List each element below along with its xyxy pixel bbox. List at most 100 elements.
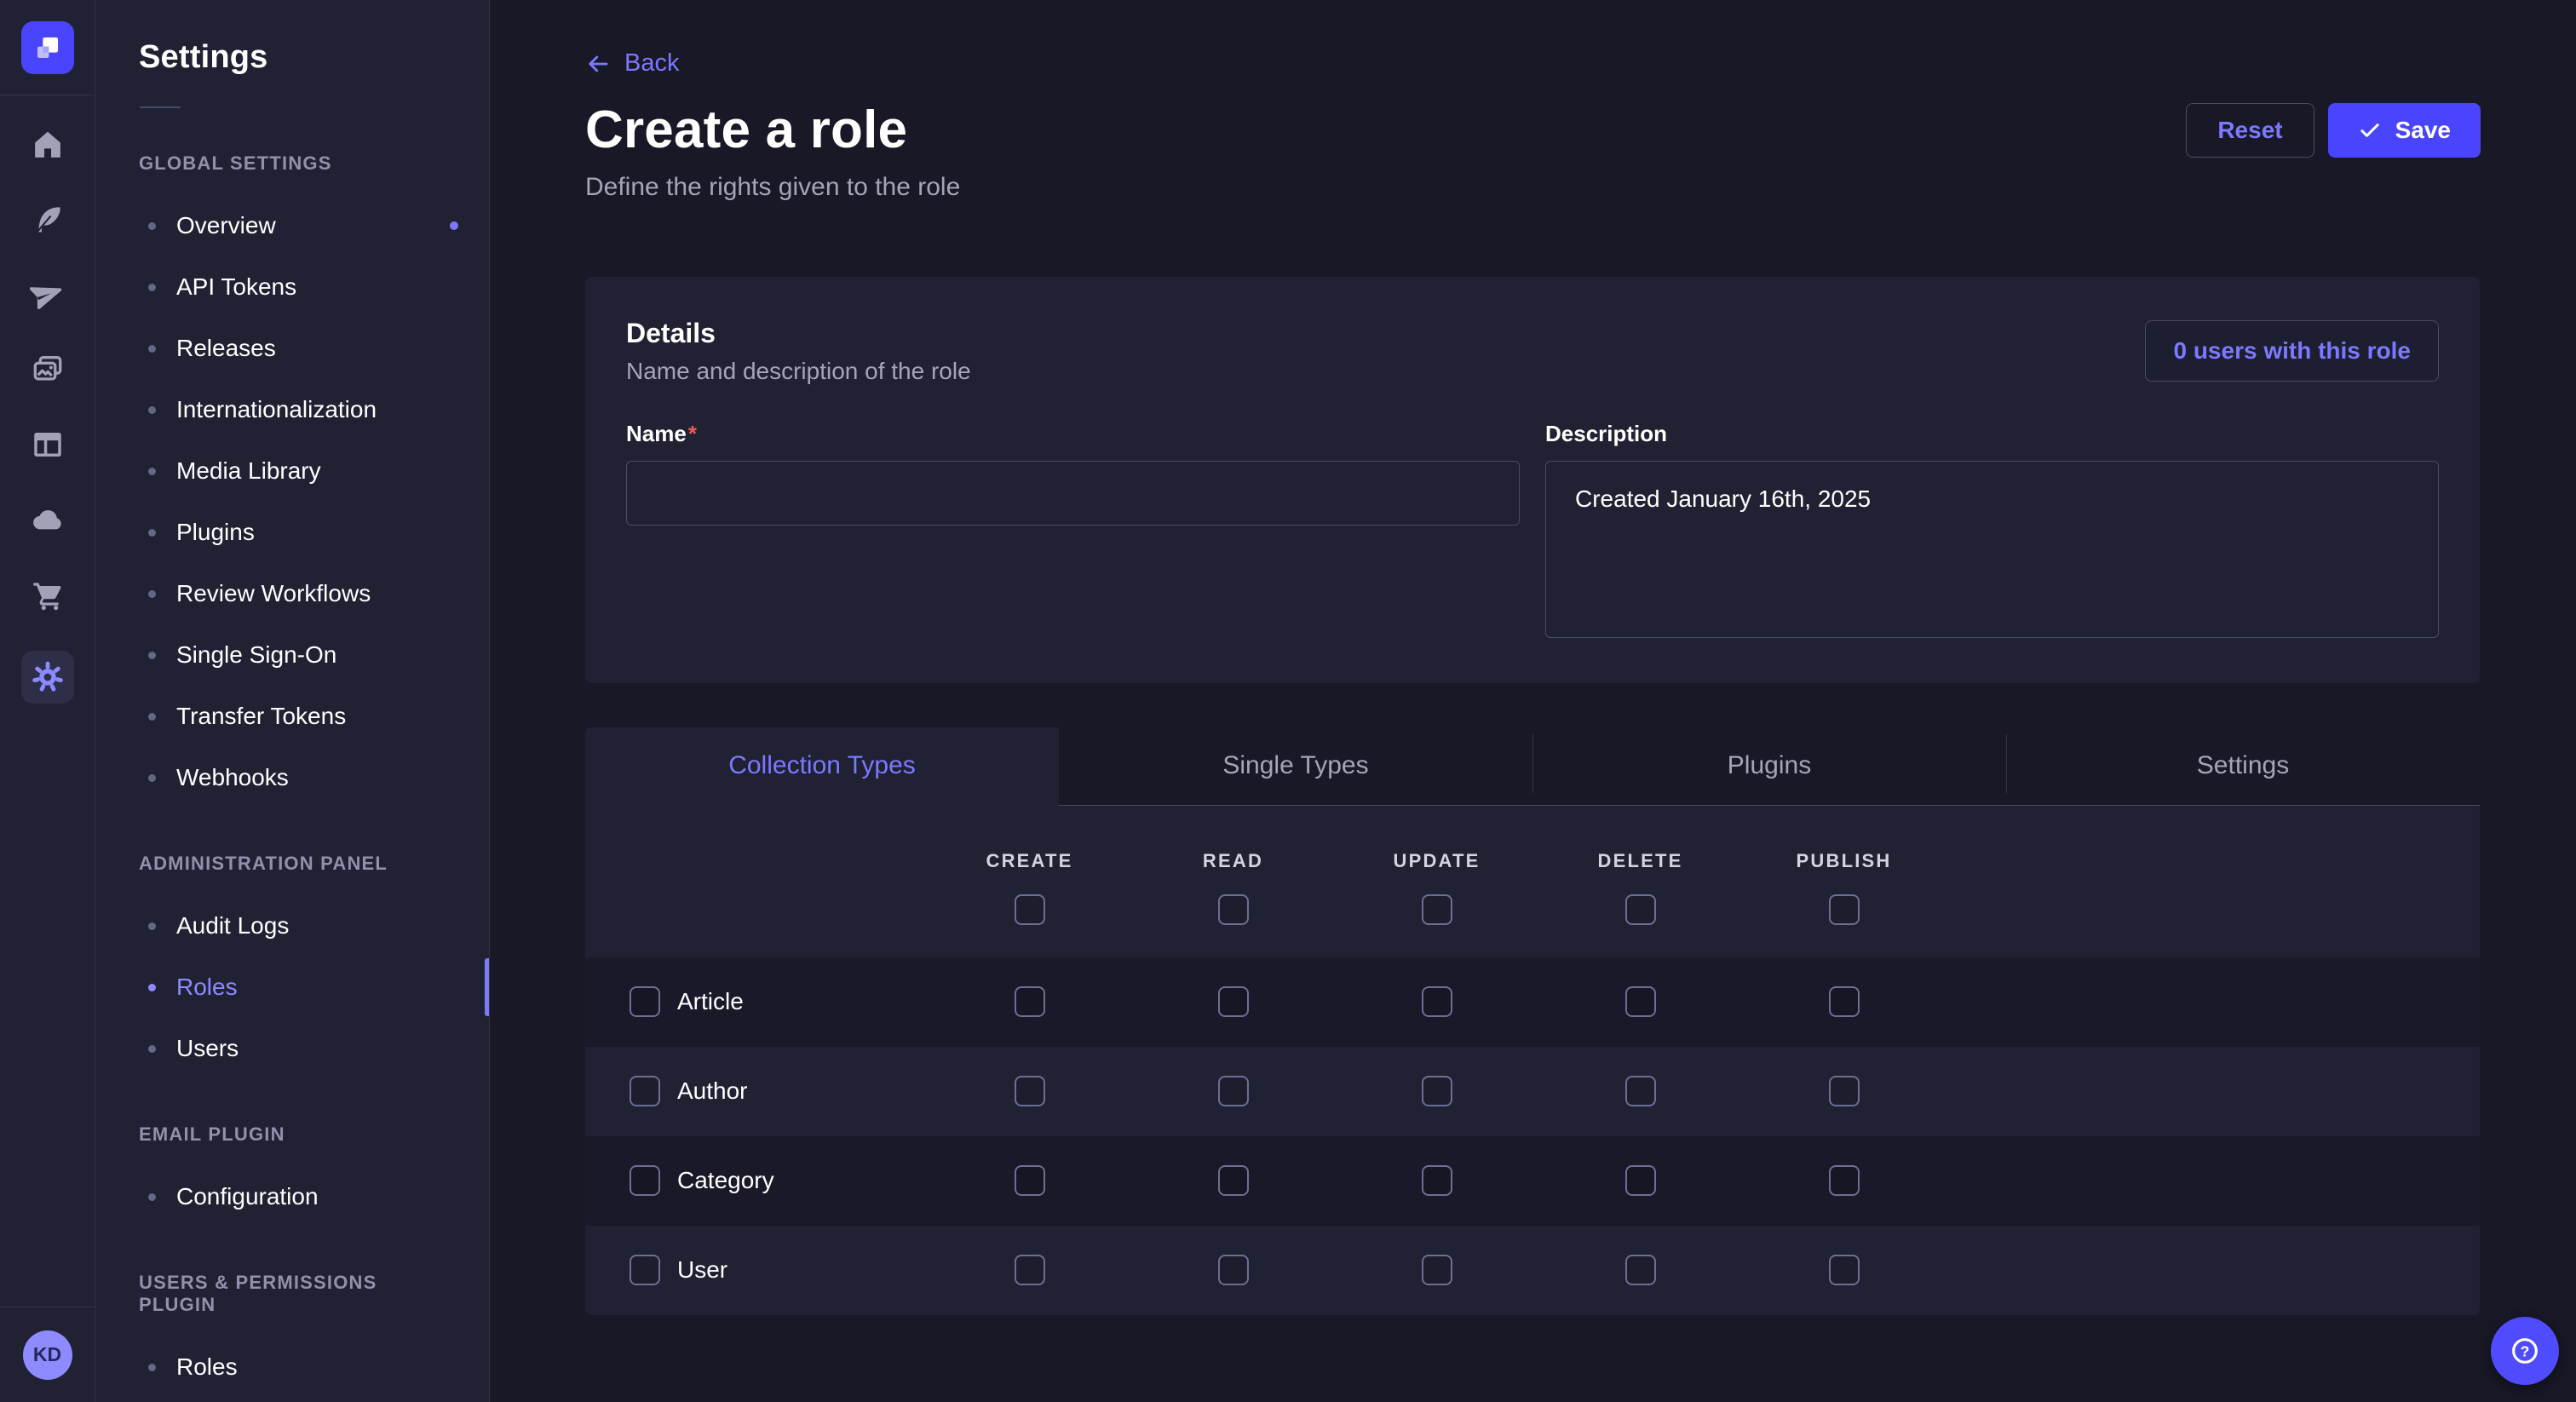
permission-checkbox[interactable]	[1829, 1165, 1860, 1196]
details-card: Details Name and description of the role…	[585, 277, 2480, 683]
sidebar-item-media-library[interactable]: Media Library	[95, 440, 489, 502]
sidebar-item-webhooks[interactable]: Webhooks	[95, 747, 489, 808]
permission-checkbox[interactable]	[1015, 986, 1045, 1017]
home-icon[interactable]	[29, 126, 66, 164]
bullet-icon	[148, 1045, 156, 1053]
sidebar-item-roles[interactable]: Roles	[95, 957, 489, 1018]
permission-checkbox[interactable]	[1015, 1255, 1045, 1285]
permission-checkbox[interactable]	[1625, 986, 1656, 1017]
permission-row-article: Article	[585, 957, 2480, 1047]
strapi-logo[interactable]	[21, 21, 74, 74]
notification-dot	[450, 221, 458, 230]
row-checkboxes	[928, 1076, 1946, 1106]
users-with-role-button[interactable]: 0 users with this role	[2145, 320, 2439, 382]
sidebar-item-transfer-tokens[interactable]: Transfer Tokens	[95, 686, 489, 747]
sidebar-item-up-roles[interactable]: Roles	[95, 1336, 489, 1398]
sidebar-item-label: Single Sign-On	[176, 641, 336, 669]
tab-settings[interactable]: Settings	[2006, 727, 2480, 806]
permission-checkbox[interactable]	[1015, 1076, 1045, 1106]
send-plane-icon[interactable]	[29, 276, 66, 313]
marketplace-cart-icon[interactable]	[29, 576, 66, 613]
strapi-logo-icon	[33, 33, 62, 62]
sidebar-item-single-sign-on[interactable]: Single Sign-On	[95, 624, 489, 686]
column-read: READ	[1203, 850, 1263, 872]
main-content: Back Create a role Define the rights giv…	[490, 0, 2576, 1402]
permission-checkbox[interactable]	[1422, 1165, 1452, 1196]
permission-checkbox[interactable]	[1625, 1255, 1656, 1285]
sidebar-item-plugins[interactable]: Plugins	[95, 502, 489, 563]
help-button[interactable]: ?	[2491, 1317, 2559, 1385]
bullet-icon	[148, 284, 156, 291]
permission-checkbox[interactable]	[1015, 1165, 1045, 1196]
content-feather-icon[interactable]	[29, 201, 66, 238]
permission-checkbox[interactable]	[1829, 1076, 1860, 1106]
column-labels: CREATE READ UPDATE DELETE PUBLISH	[928, 850, 1946, 872]
cloud-icon[interactable]	[29, 501, 66, 538]
layout-builder-icon[interactable]	[29, 426, 66, 463]
row-select-checkbox[interactable]	[630, 986, 660, 1017]
media-images-icon[interactable]	[29, 351, 66, 388]
column-delete: DELETE	[1598, 850, 1683, 872]
back-link[interactable]: Back	[585, 49, 679, 78]
sidebar-item-review-workflows[interactable]: Review Workflows	[95, 563, 489, 624]
permission-checkbox[interactable]	[1829, 894, 1860, 925]
sidebar-item-providers[interactable]: Providers	[95, 1398, 489, 1402]
settings-gear-icon[interactable]	[21, 651, 74, 704]
reset-button[interactable]: Reset	[2186, 103, 2314, 158]
sidebar-item-label: Users	[176, 1035, 239, 1062]
permission-checkbox[interactable]	[1218, 1165, 1249, 1196]
save-button[interactable]: Save	[2328, 103, 2481, 158]
bullet-icon	[148, 713, 156, 721]
row-select-checkbox[interactable]	[630, 1076, 660, 1106]
section-administration-panel: ADMINISTRATION PANEL	[139, 853, 446, 875]
page-header-text: Create a role Define the rights given to…	[585, 101, 960, 202]
bullet-icon	[148, 922, 156, 930]
permission-checkbox[interactable]	[1625, 894, 1656, 925]
permission-checkbox[interactable]	[1422, 1076, 1452, 1106]
sidebar-item-releases[interactable]: Releases	[95, 318, 489, 379]
permission-checkbox[interactable]	[1829, 986, 1860, 1017]
bullet-icon	[148, 345, 156, 353]
sidebar-item-internationalization[interactable]: Internationalization	[95, 379, 489, 440]
row-select-checkbox[interactable]	[630, 1255, 660, 1285]
permission-checkbox[interactable]	[1422, 986, 1452, 1017]
svg-text:?: ?	[2521, 1342, 2530, 1359]
bullet-icon	[148, 222, 156, 230]
sidebar-item-label: Plugins	[176, 519, 255, 546]
sidebar-item-api-tokens[interactable]: API Tokens	[95, 256, 489, 318]
permission-checkbox[interactable]	[1422, 894, 1452, 925]
row-label: Author	[677, 1077, 748, 1105]
name-label: Name*	[626, 421, 1520, 447]
column-create: CREATE	[986, 850, 1072, 872]
permission-checkbox[interactable]	[1625, 1165, 1656, 1196]
row-checkboxes	[928, 1165, 1946, 1196]
tab-single-types[interactable]: Single Types	[1059, 727, 1532, 806]
sidebar-item-label: Media Library	[176, 457, 321, 485]
sidebar-item-audit-logs[interactable]: Audit Logs	[95, 895, 489, 957]
permission-checkbox[interactable]	[1218, 986, 1249, 1017]
permission-checkbox[interactable]	[1218, 1076, 1249, 1106]
sidebar-item-configuration[interactable]: Configuration	[95, 1166, 489, 1227]
sidebar-item-label: Releases	[176, 335, 276, 362]
permission-checkbox[interactable]	[1015, 894, 1045, 925]
header-actions: Reset Save	[2186, 101, 2481, 158]
sidebar-item-overview[interactable]: Overview	[95, 195, 489, 256]
tab-plugins[interactable]: Plugins	[1532, 727, 2006, 806]
permission-checkbox[interactable]	[1422, 1255, 1452, 1285]
check-icon	[2358, 118, 2382, 142]
permissions-panel: CREATE READ UPDATE DELETE PUBLISH Articl…	[585, 806, 2480, 1315]
tab-collection-types[interactable]: Collection Types	[585, 727, 1059, 806]
permission-checkbox[interactable]	[1218, 1255, 1249, 1285]
permission-checkbox[interactable]	[1625, 1076, 1656, 1106]
permission-checkbox[interactable]	[1218, 894, 1249, 925]
row-select-checkbox[interactable]	[630, 1165, 660, 1196]
user-avatar[interactable]: KD	[23, 1330, 72, 1380]
sidebar-item-label: Internationalization	[176, 396, 377, 423]
permission-checkbox[interactable]	[1829, 1255, 1860, 1285]
section-users-permissions-plugin: USERS & PERMISSIONS PLUGIN	[139, 1272, 446, 1316]
description-textarea[interactable]: Created January 16th, 2025	[1545, 461, 2439, 638]
name-input[interactable]	[626, 461, 1520, 526]
row-label: Article	[677, 988, 744, 1015]
sidebar-item-label: Transfer Tokens	[176, 703, 346, 730]
sidebar-item-users[interactable]: Users	[95, 1018, 489, 1079]
